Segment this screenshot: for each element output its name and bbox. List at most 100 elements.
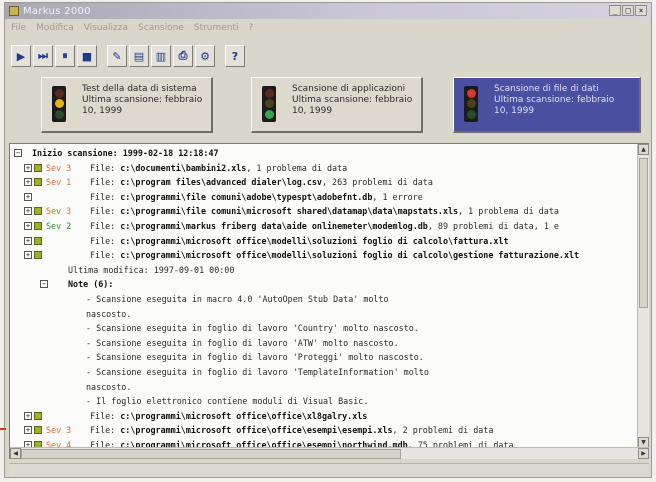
print-button[interactable]: ⎙ [173, 45, 193, 67]
card-text: Scansione di file di dati Ultima scansio… [494, 84, 633, 117]
traffic-light-icon [262, 86, 276, 122]
expand-toggle-icon[interactable]: + [24, 207, 32, 216]
file-path: c:\programmi\markus friberg data\aide on… [120, 220, 428, 231]
vertical-scrollbar[interactable]: ▲ ▼ [637, 144, 649, 448]
file-label: File: [90, 235, 121, 246]
menu-help[interactable]: ? [249, 23, 254, 33]
file-problems: , 263 problemi di data [321, 177, 433, 188]
file-path: c:\programmi\file comuni\adobe\typespt\a… [120, 191, 373, 202]
file-icon [34, 411, 42, 420]
card-text: Test della data di sistema Ultima scansi… [82, 84, 205, 117]
lamp-yellow [466, 99, 476, 109]
log-line: - Scansione eseguita in foglio di lavoro… [10, 365, 637, 380]
report-button[interactable]: ▤ [129, 45, 149, 67]
toolbar: ▶ ⏭ ⏸ ■ ✎ ▤ ▥ ⎙ ⚙ ? [11, 43, 245, 69]
file-problems: , 1 errore [372, 191, 423, 202]
log-button[interactable]: ✎ [107, 45, 127, 67]
expand-toggle-icon[interactable]: + [24, 178, 32, 187]
expand-toggle-icon[interactable]: + [24, 192, 32, 201]
lamp-green [264, 110, 274, 120]
horizontal-scrollbar[interactable]: ◀ ▶ [10, 447, 649, 459]
expand-toggle-icon[interactable]: + [24, 221, 32, 230]
file-label: File: [90, 177, 121, 188]
menu-bar: File Modifica Visualizza Scansione Strum… [5, 20, 651, 35]
log-line: + File: c:\programmi\file comuni\adobe\ty… [10, 190, 637, 205]
play-button[interactable]: ▶ [11, 45, 31, 67]
note-item: - Scansione eseguita in macro 4.0 'AutoO… [86, 293, 389, 304]
expand-toggle-icon[interactable]: + [24, 163, 32, 172]
menu-scansione[interactable]: Scansione [138, 23, 184, 33]
scroll-thumb-horizontal[interactable] [21, 449, 401, 459]
file-problems: , 1 problema di data [246, 162, 348, 173]
card-system-date[interactable]: Test della data di sistema Ultima scansi… [41, 77, 213, 133]
file-entry[interactable]: File: c:\program files\advanced dialer\l… [90, 175, 433, 190]
window-controls: _ □ × [609, 5, 647, 16]
severity-badge: Sev 3 [46, 206, 72, 217]
scroll-thumb[interactable] [639, 158, 648, 308]
note-item: - Il foglio elettronico contiene moduli … [86, 396, 369, 407]
card-app-scan[interactable]: Scansione di applicazioni Ultima scansio… [251, 77, 423, 133]
expand-toggle-icon[interactable]: + [24, 236, 32, 245]
close-button[interactable]: × [635, 5, 647, 16]
help-button[interactable]: ? [225, 45, 245, 67]
severity-badge: Sev 1 [46, 177, 72, 188]
pause-button[interactable]: ⏸ [55, 45, 75, 67]
file-icon [34, 221, 42, 230]
file-entry[interactable]: File: c:\programmi\microsoft office\offi… [90, 423, 493, 438]
scroll-left-arrow-icon[interactable]: ◀ [10, 448, 21, 459]
file-entry[interactable]: File: c:\programmi\microsoft office\mode… [90, 234, 509, 249]
note-item: nascosto. [86, 308, 132, 319]
list-button[interactable]: ▥ [151, 45, 171, 67]
step-button[interactable]: ⏭ [33, 45, 53, 67]
minimize-button[interactable]: _ [609, 5, 621, 16]
file-path: c:\programmi\microsoft office\office\ese… [120, 425, 393, 436]
app-window: Markus 2000 _ □ × File Modifica Visualiz… [4, 2, 652, 478]
scroll-right-arrow-icon[interactable]: ▶ [638, 448, 649, 459]
card-last-scan: Ultima scansione: febbraio [494, 95, 615, 105]
log-line: + Sev 3 File: c:\documenti\bambini2.xls, 1… [10, 161, 637, 176]
file-label: File: [90, 206, 121, 217]
file-path: c:\programmi\file comuni\microsoft share… [120, 206, 459, 217]
status-bar [9, 463, 649, 477]
file-entry[interactable]: File: c:\programmi\file comuni\adobe\typ… [90, 190, 423, 205]
collapse-toggle-icon[interactable]: − [14, 149, 22, 157]
file-problems: , 2 problemi di data [392, 425, 494, 436]
log-line: + File: c:\programmi\microsoft office\mod… [10, 248, 637, 263]
lamp-red [54, 88, 64, 98]
log-line: + Sev 3 File: c:\programmi\file comuni\mic… [10, 204, 637, 219]
lamp-red [466, 88, 476, 98]
file-entry[interactable]: File: c:\programmi\microsoft office\offi… [90, 409, 367, 424]
file-entry[interactable]: File: c:\programmi\markus friberg data\a… [90, 219, 559, 234]
settings-button[interactable]: ⚙ [195, 45, 215, 67]
log-line: + Sev 1 File: c:\program files\advanced di… [10, 175, 637, 190]
title-bar: Markus 2000 _ □ × [5, 3, 651, 19]
file-icon [34, 236, 42, 245]
red-marker [0, 428, 6, 430]
card-title: Test della data di sistema [82, 84, 197, 94]
expand-toggle-icon[interactable]: + [24, 426, 32, 435]
menu-modifica[interactable]: Modifica [36, 23, 74, 33]
note-item: - Scansione eseguita in foglio di lavoro… [86, 337, 399, 348]
stop-button[interactable]: ■ [77, 45, 97, 67]
log-line: - Il foglio elettronico contiene moduli … [10, 394, 637, 409]
card-date: 10, 1999 [494, 106, 535, 116]
card-data-scan[interactable]: Scansione di file di dati Ultima scansio… [453, 77, 641, 133]
expand-toggle-icon[interactable]: + [24, 251, 32, 260]
scan-cards: Test della data di sistema Ultima scansi… [11, 77, 645, 137]
file-entry[interactable]: File: c:\programmi\microsoft office\mode… [90, 248, 579, 263]
menu-file[interactable]: File [11, 23, 26, 33]
collapse-toggle-icon[interactable]: − [40, 280, 48, 289]
file-entry[interactable]: File: c:\programmi\file comuni\microsoft… [90, 204, 559, 219]
file-label: File: [90, 162, 121, 173]
file-path: c:\programmi\microsoft office\office\xl8… [120, 410, 368, 421]
maximize-button[interactable]: □ [622, 5, 634, 16]
menu-visualizza[interactable]: Visualizza [84, 23, 128, 33]
traffic-light-icon [464, 86, 478, 122]
scan-log-panel[interactable]: − Inizio scansione: 1999-02-18 12:18:47 + S… [9, 143, 649, 459]
file-problems: , 89 problemi di data, 1 e [427, 220, 559, 231]
file-entry[interactable]: File: c:\documenti\bambini2.xls, 1 probl… [90, 161, 347, 176]
scroll-up-arrow-icon[interactable]: ▲ [638, 144, 649, 155]
menu-strumenti[interactable]: Strumenti [194, 23, 239, 33]
expand-toggle-icon[interactable]: + [24, 411, 32, 420]
file-label: File: [90, 250, 121, 261]
